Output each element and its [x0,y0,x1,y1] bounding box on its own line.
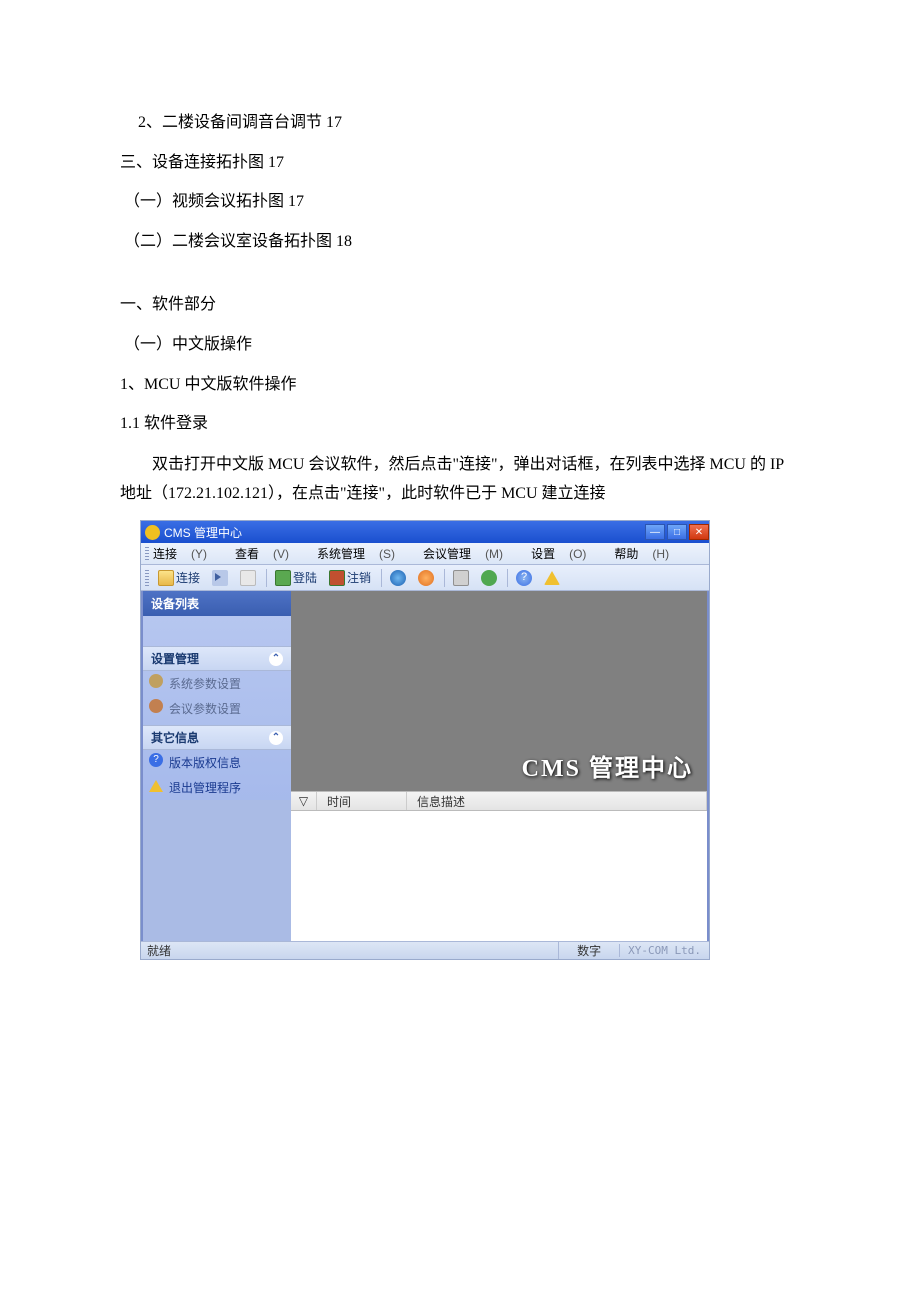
chevron-up-icon: ⌃ [269,652,283,666]
circle-icon [418,570,434,586]
heading-2: （一）中文版操作 [120,332,800,358]
login-icon [275,570,291,586]
logout-button[interactable]: 注销 [324,568,376,588]
menu-sysmgmt[interactable]: 系统管理(S) [317,545,409,562]
canvas-area: CMS 管理中心 [291,591,707,791]
heading-3: 1、MCU 中文版软件操作 [120,372,800,398]
status-brand: XY-COM Ltd. [619,944,709,957]
sidebar-section-settings[interactable]: 设置管理 ⌃ [143,646,291,671]
warning-icon [544,571,560,585]
sidebar-header-devicelist[interactable]: 设备列表 [143,591,291,616]
window-title: CMS 管理中心 [164,524,643,541]
log-col-time[interactable]: 时间 [317,792,407,810]
toc-line: 三、设备连接拓扑图 17 [120,150,800,176]
help-icon: ? [149,753,163,767]
toc-line: 2、二楼设备间调音台调节 17 [120,110,800,136]
sidebar-item-confparam[interactable]: 会议参数设置 [143,696,291,721]
status-bar: 就绪 数字 XY-COM Ltd. [141,941,709,959]
gear-icon [149,674,163,688]
grip-icon [145,547,149,561]
toolbar-button[interactable]: ? [511,568,537,588]
menu-help[interactable]: 帮助(H) [614,545,683,562]
chevron-up-icon: ⌃ [269,731,283,745]
log-header: ▽ 时间 信息描述 [291,791,707,811]
help-icon: ? [516,570,532,586]
status-mode: 数字 [558,942,619,959]
toolbar-button[interactable] [235,568,261,588]
folder-icon [158,570,174,586]
refresh-icon [481,570,497,586]
warning-icon [149,778,163,792]
log-col-desc[interactable]: 信息描述 [407,792,707,810]
status-ready: 就绪 [141,942,558,959]
connect-button[interactable]: 连接 [153,568,205,588]
log-body [291,811,707,941]
sidebar: 设备列表 设置管理 ⌃ 系统参数设置 会议参数设置 其它信息 ⌃ [143,591,291,941]
app-icon [145,525,160,540]
toolbar-button[interactable] [448,568,474,588]
sidebar-item-sysparam[interactable]: 系统参数设置 [143,671,291,696]
blank-icon [240,570,256,586]
menu-connect[interactable]: 连接(Y) [153,545,221,562]
login-button[interactable]: 登陆 [270,568,322,588]
arrow-icon [212,570,228,586]
toolbar-button[interactable] [413,568,439,588]
toolbar-forward-button[interactable] [207,568,233,588]
heading-1: 一、软件部分 [120,292,800,318]
title-bar: CMS 管理中心 — □ ✕ [141,521,709,543]
logout-icon [329,570,345,586]
paragraph: 双击打开中文版 MCU 会议软件，然后点击"连接"，弹出对话框，在列表中选择 M… [120,451,800,509]
menu-bar: 连接(Y) 查看(V) 系统管理(S) 会议管理(M) 设置(O) 帮助(H) [141,543,709,565]
globe-icon [390,570,406,586]
grip-icon [145,570,149,586]
sidebar-section-other[interactable]: 其它信息 ⌃ [143,725,291,750]
close-button[interactable]: ✕ [689,524,709,540]
menu-view[interactable]: 查看(V) [235,545,303,562]
toc-line: （二）二楼会议室设备拓扑图 18 [120,229,800,255]
log-sort-button[interactable]: ▽ [291,792,317,810]
menu-confmgmt[interactable]: 会议管理(M) [423,545,517,562]
toolbar-button[interactable] [476,568,502,588]
toolbar-button[interactable] [539,568,565,588]
menu-settings[interactable]: 设置(O) [531,545,600,562]
app-screenshot: CMS 管理中心 — □ ✕ 连接(Y) 查看(V) 系统管理(S) 会议管理(… [140,520,710,960]
wrench-icon [453,570,469,586]
toolbar: 连接 登陆 注销 ? [141,565,709,591]
sidebar-item-exit[interactable]: 退出管理程序 [143,775,291,800]
canvas-brand-text: CMS 管理中心 [522,748,693,783]
gear-icon [149,699,163,713]
document-body: 2、二楼设备间调音台调节 17 三、设备连接拓扑图 17 （一）视频会议拓扑图 … [0,0,920,1020]
maximize-button[interactable]: □ [667,524,687,540]
work-area: CMS 管理中心 ▽ 时间 信息描述 [291,591,707,941]
minimize-button[interactable]: — [645,524,665,540]
toolbar-button[interactable] [385,568,411,588]
toc-line: （一）视频会议拓扑图 17 [120,189,800,215]
heading-4: 1.1 软件登录 [120,411,800,437]
sidebar-item-version[interactable]: ? 版本版权信息 [143,750,291,775]
